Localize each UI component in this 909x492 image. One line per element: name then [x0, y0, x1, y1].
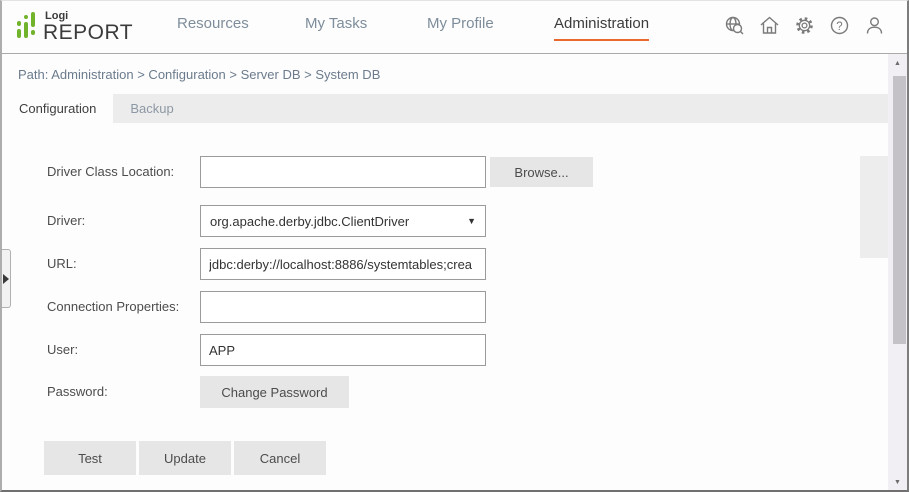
gear-icon[interactable]: [794, 15, 815, 36]
url-label: URL:: [47, 256, 77, 271]
logo-text: Logi REPORT: [43, 10, 134, 44]
expand-arrow-icon: [3, 274, 9, 284]
connection-properties-input[interactable]: [200, 291, 486, 323]
breadcrumb: Path: Administration > Configuration > S…: [2, 55, 889, 94]
breadcrumb-path: Path: Administration > Configuration > S…: [18, 67, 381, 82]
user-label: User:: [47, 342, 79, 357]
nav-my-tasks[interactable]: My Tasks: [305, 15, 367, 32]
password-label: Password:: [47, 384, 108, 399]
tab-bar: Configuration Backup: [2, 94, 889, 123]
user-input[interactable]: [200, 334, 486, 366]
user-icon[interactable]: [864, 15, 885, 36]
scrollbar-down-arrow-icon[interactable]: ▼: [888, 473, 907, 490]
browse-button[interactable]: Browse...: [490, 157, 593, 187]
tab-configuration[interactable]: Configuration: [2, 94, 114, 123]
home-icon[interactable]: [759, 15, 780, 36]
question-mark-glyph: ?: [836, 21, 842, 33]
driver-label: Driver:: [47, 213, 86, 228]
header-icon-group: ?: [724, 15, 885, 36]
logireport-logo: Logi REPORT: [16, 10, 133, 43]
logo-bars-icon: [17, 12, 35, 38]
configuration-form: Driver Class Location: Browse... Driver:…: [2, 123, 889, 490]
help-icon[interactable]: ?: [829, 15, 850, 36]
dropdown-caret-icon: ▼: [467, 216, 476, 226]
top-navigation-bar: Logi REPORT Resources My Tasks My Profil…: [2, 1, 907, 54]
scrollbar-up-arrow-icon[interactable]: ▲: [888, 54, 907, 72]
nav-resources[interactable]: Resources: [177, 15, 249, 32]
sidebar-expand-handle[interactable]: [2, 249, 11, 308]
driver-class-location-label: Driver Class Location:: [47, 164, 175, 179]
nav-my-profile[interactable]: My Profile: [427, 15, 494, 32]
nav-administration[interactable]: Administration: [554, 15, 650, 41]
logireport-admin-page: Logi REPORT Resources My Tasks My Profil…: [0, 0, 909, 492]
cancel-button[interactable]: Cancel: [234, 441, 326, 475]
change-password-button[interactable]: Change Password: [200, 376, 349, 408]
url-input[interactable]: [200, 248, 486, 280]
driver-select[interactable]: org.apache.derby.jdbc.ClientDriver ▼: [200, 205, 486, 237]
connection-properties-label: Connection Properties:: [47, 299, 180, 314]
tab-backup[interactable]: Backup: [113, 94, 190, 123]
driver-select-value: org.apache.derby.jdbc.ClientDriver: [210, 213, 410, 229]
driver-class-location-input[interactable]: [200, 156, 486, 188]
scrollbar-thumb[interactable]: [893, 76, 906, 344]
test-button[interactable]: Test: [44, 441, 136, 475]
right-gray-panel: [860, 156, 889, 258]
vertical-scrollbar[interactable]: ▲ ▼: [888, 54, 907, 490]
search-globe-icon[interactable]: [724, 15, 745, 36]
update-button[interactable]: Update: [139, 441, 231, 475]
